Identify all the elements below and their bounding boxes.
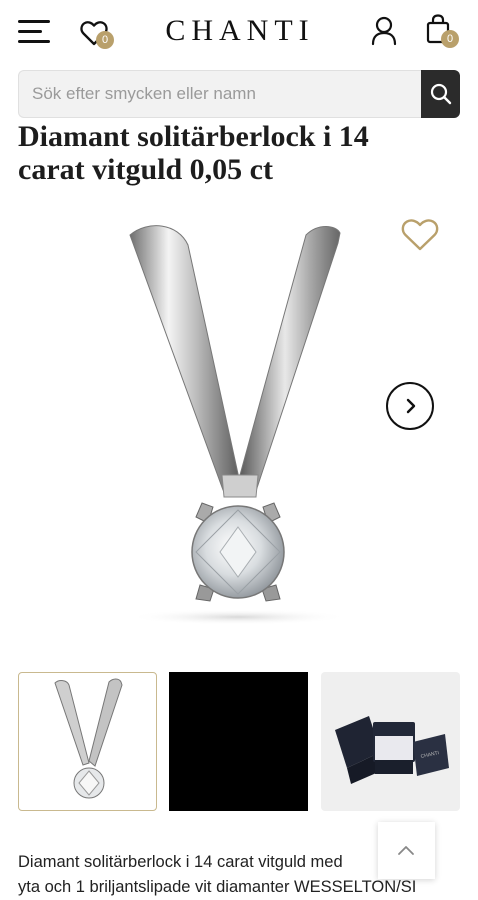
gift-box-thumbnail[interactable]: CHANTI bbox=[321, 672, 460, 811]
product-title-line2: carat vitguld 0,05 ct bbox=[18, 153, 273, 186]
scroll-to-top-button[interactable] bbox=[378, 822, 435, 879]
cart-button[interactable]: 0 bbox=[425, 14, 461, 50]
add-to-wishlist-button[interactable] bbox=[401, 218, 439, 254]
thumbnail-strip: CHANTI bbox=[18, 672, 460, 812]
video-thumbnail[interactable] bbox=[169, 672, 308, 811]
product-title-line1: Diamant solitärberlock i 14 bbox=[18, 120, 369, 153]
site-logo[interactable]: CHANTI bbox=[150, 14, 330, 48]
menu-icon[interactable] bbox=[18, 20, 50, 44]
search-bar bbox=[18, 70, 460, 118]
chevron-up-icon bbox=[398, 846, 414, 855]
account-button[interactable] bbox=[370, 16, 398, 46]
pendant-thumbnail-image bbox=[54, 678, 123, 799]
product-title: Diamant solitärberlock i 14 carat vitgul… bbox=[18, 120, 458, 186]
search-input[interactable] bbox=[18, 70, 422, 118]
heart-outline-icon bbox=[401, 219, 439, 251]
gift-box-image: CHANTI bbox=[335, 716, 449, 784]
wishlist-count-badge: 0 bbox=[96, 31, 114, 49]
search-button[interactable] bbox=[421, 70, 460, 118]
pendant-thumbnail[interactable] bbox=[18, 672, 157, 811]
chevron-right-icon bbox=[406, 398, 416, 414]
wishlist-button[interactable]: 0 bbox=[80, 18, 116, 50]
site-header: 0 CHANTI 0 bbox=[0, 0, 478, 66]
next-image-button[interactable] bbox=[386, 382, 434, 430]
search-icon bbox=[430, 83, 452, 105]
user-icon bbox=[371, 16, 397, 46]
cart-count-badge: 0 bbox=[441, 30, 459, 48]
product-image-gallery[interactable] bbox=[18, 205, 460, 640]
